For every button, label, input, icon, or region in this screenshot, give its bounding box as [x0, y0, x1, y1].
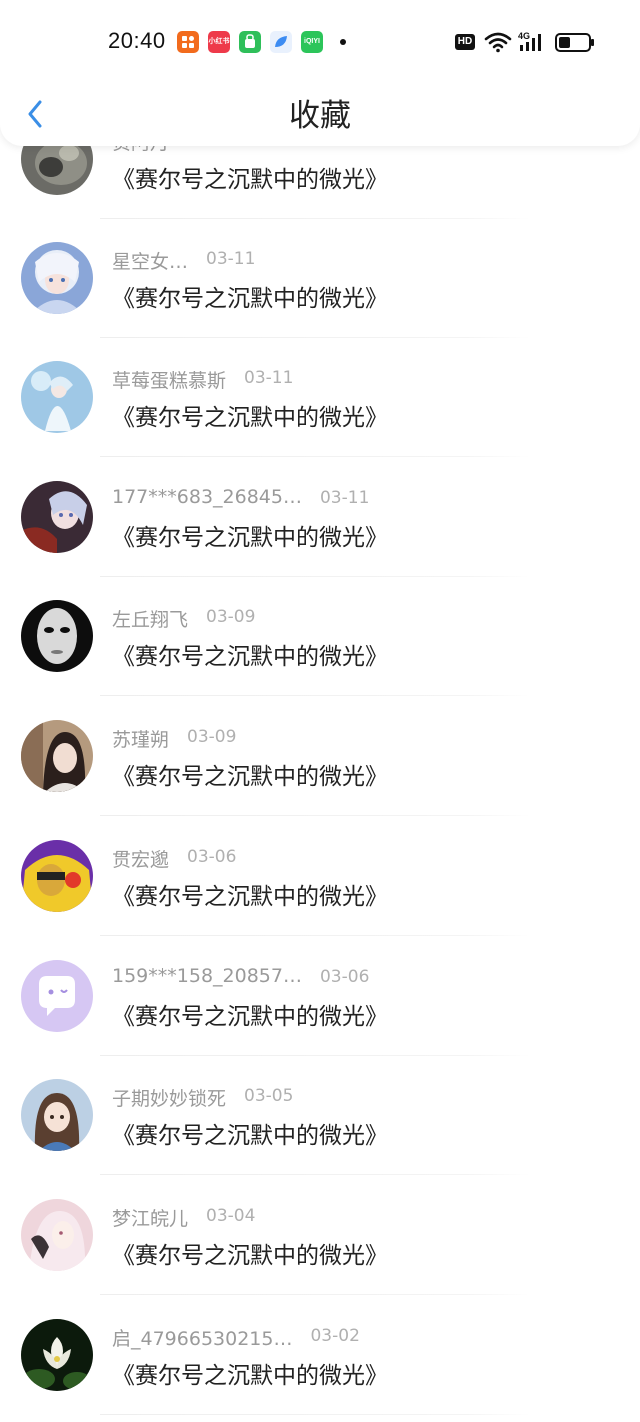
item-date: 03-04	[206, 1206, 256, 1226]
avatar	[21, 361, 93, 433]
divider	[100, 1414, 530, 1415]
username: 子期妙妙锁死	[112, 1088, 227, 1110]
divider	[100, 1294, 530, 1295]
article-title: 《赛尔号之沉默中的微光》	[112, 405, 388, 431]
list-item[interactable]: 177***683_26845… 03-11 《赛尔号之沉默中的微光》	[0, 458, 640, 577]
username: 左丘翔飞	[112, 609, 189, 631]
divider	[100, 815, 530, 816]
username: 苏瑾朔	[112, 729, 170, 751]
article-title: 《赛尔号之沉默中的微光》	[112, 644, 388, 670]
article-title: 《赛尔号之沉默中的微光》	[112, 884, 388, 910]
divider	[100, 1174, 530, 1175]
username: 草莓蛋糕慕斯	[112, 370, 227, 392]
item-meta: 梦江皖儿 03-04	[112, 1204, 255, 1230]
list-item[interactable]: 苏瑾朔 03-09 《赛尔号之沉默中的微光》	[0, 697, 640, 816]
article-title: 《赛尔号之沉默中的微光》	[112, 1243, 388, 1269]
username: 星空女…	[112, 251, 189, 273]
item-date: 03-02	[310, 1326, 360, 1346]
username: 159***158_20857…	[112, 965, 302, 987]
title-bar: 收藏	[0, 86, 640, 146]
avatar	[21, 1319, 93, 1391]
avatar	[21, 840, 93, 912]
app-icon-blue	[270, 31, 292, 53]
divider	[100, 695, 530, 696]
item-date: 03-09	[206, 607, 256, 627]
signal-icon: 4G	[518, 31, 541, 51]
list-item[interactable]: 子期妙妙锁死 03-05 《赛尔号之沉默中的微光》	[0, 1056, 640, 1175]
item-meta: 左丘翔飞 03-09	[112, 605, 255, 631]
article-title: 《赛尔号之沉默中的微光》	[112, 764, 388, 790]
item-meta: 启_47966530215… 03-02	[112, 1324, 360, 1350]
battery-icon	[555, 33, 594, 52]
article-title: 《赛尔号之沉默中的微光》	[112, 1123, 388, 1149]
item-date: 03-06	[187, 847, 237, 867]
item-meta: 苏瑾朔 03-09	[112, 725, 236, 751]
avatar	[21, 720, 93, 792]
item-meta: 177***683_26845… 03-11	[112, 486, 369, 512]
avatar	[21, 242, 93, 314]
avatar	[21, 1199, 93, 1271]
network-label: 4G	[518, 31, 530, 41]
list-item[interactable]: 草莓蛋糕慕斯 03-11 《赛尔号之沉默中的微光》	[0, 338, 640, 457]
list-item[interactable]: 梦江皖儿 03-04 《赛尔号之沉默中的微光》	[0, 1176, 640, 1295]
list-item[interactable]: 启_47966530215… 03-02 《赛尔号之沉默中的微光》	[0, 1296, 640, 1415]
wifi-icon	[484, 32, 512, 53]
item-meta: 草莓蛋糕慕斯 03-11	[112, 366, 293, 392]
app-icon-red: 小红书	[208, 31, 230, 53]
username: 启_47966530215…	[112, 1328, 293, 1350]
page-title: 收藏	[289, 98, 351, 134]
list-item[interactable]: 左丘翔飞 03-09 《赛尔号之沉默中的微光》	[0, 577, 640, 696]
article-title: 《赛尔号之沉默中的微光》	[112, 1004, 388, 1030]
avatar	[21, 960, 93, 1032]
article-title: 《赛尔号之沉默中的微光》	[112, 167, 388, 193]
divider	[100, 935, 530, 936]
app-icon-iqiyi: iQIYI	[301, 31, 323, 53]
item-meta: 子期妙妙锁死 03-05	[112, 1084, 293, 1110]
username: 梦江皖儿	[112, 1208, 189, 1230]
status-time: 20:40	[108, 28, 166, 53]
notification-dot	[340, 39, 346, 45]
list-item[interactable]: 159***158_20857… 03-06 《赛尔号之沉默中的微光》	[0, 937, 640, 1056]
header: 20:40 小红书 iQIYI HD 4G 收藏	[0, 0, 640, 146]
item-meta: 星空女… 03-11	[112, 247, 255, 273]
app-icon-green	[239, 31, 261, 53]
hd-badge: HD	[455, 34, 475, 50]
item-date: 03-05	[244, 1086, 294, 1106]
item-meta: 159***158_20857… 03-06	[112, 965, 369, 991]
avatar	[21, 1079, 93, 1151]
list-item[interactable]: 贯宏邈 03-06 《赛尔号之沉默中的微光》	[0, 817, 640, 936]
item-date: 03-09	[187, 727, 237, 747]
item-date: 03-11	[244, 368, 294, 388]
username: 贯宏邈	[112, 849, 170, 871]
status-bar: 20:40 小红书 iQIYI HD 4G	[0, 0, 640, 86]
article-title: 《赛尔号之沉默中的微光》	[112, 525, 388, 551]
app-icon-orange	[177, 31, 199, 53]
item-date: 03-11	[319, 488, 370, 508]
list-item[interactable]: 星空女… 03-11 《赛尔号之沉默中的微光》	[0, 219, 640, 338]
avatar	[21, 600, 93, 672]
item-meta: 贯宏邈 03-06	[112, 845, 236, 871]
article-title: 《赛尔号之沉默中的微光》	[112, 1363, 388, 1389]
username: 177***683_26845…	[112, 486, 302, 508]
article-title: 《赛尔号之沉默中的微光》	[112, 286, 388, 312]
item-date: 03-06	[319, 967, 370, 987]
favorites-list[interactable]: 贵阿月03-12 《赛尔号之沉默中的微光》 星空女…03-11 《赛尔号之沉默中…	[0, 0, 640, 1422]
divider	[100, 456, 530, 457]
avatar	[21, 481, 93, 553]
item-date: 03-11	[206, 249, 256, 269]
